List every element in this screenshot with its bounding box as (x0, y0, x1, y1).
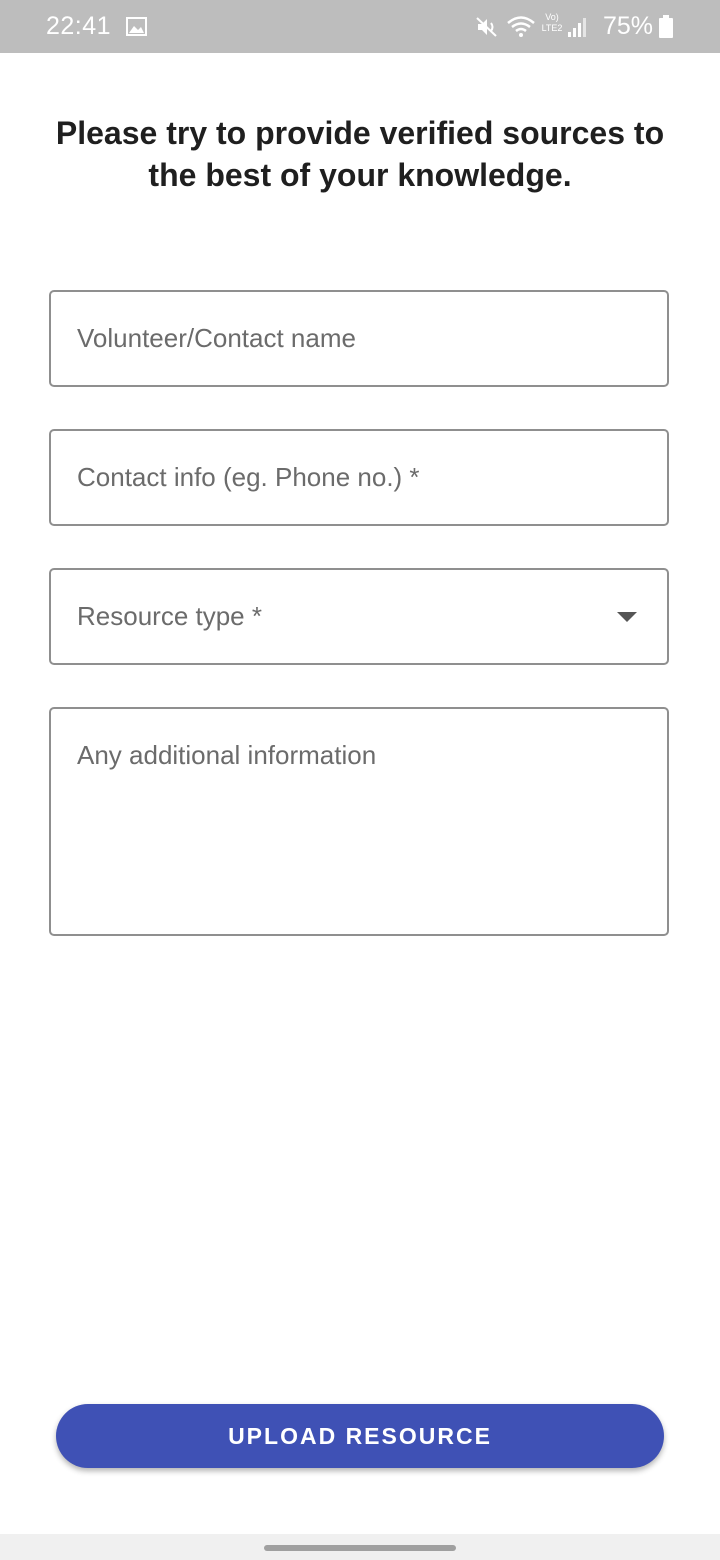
contact-info-input[interactable] (51, 431, 667, 524)
dropdown-arrow-icon[interactable] (617, 612, 637, 622)
battery-icon (659, 15, 673, 38)
lte-indicator: Vo) LTE2 (541, 12, 563, 33)
upload-resource-screen: 22:41 Vo) LTE2 75% Please try to provide… (0, 0, 720, 1560)
upload-resource-button[interactable]: UPLOAD RESOURCE (56, 1404, 664, 1468)
mute-icon (476, 17, 497, 37)
status-time: 22:41 (46, 12, 112, 40)
additional-info-field[interactable] (49, 707, 669, 936)
battery-percent: 75% (603, 12, 654, 40)
contact-info-field[interactable] (49, 429, 669, 526)
page-heading: Please try to provide verified sources t… (55, 115, 665, 193)
wifi-icon (507, 16, 535, 37)
resource-type-dropdown[interactable]: Resource type * (49, 568, 669, 665)
additional-info-textarea[interactable] (51, 709, 667, 934)
navigation-bar (0, 1534, 720, 1560)
home-gesture-handle[interactable] (264, 1545, 456, 1551)
contact-name-input[interactable] (51, 292, 667, 385)
gallery-icon (126, 17, 147, 36)
contact-name-field[interactable] (49, 290, 669, 387)
resource-type-label: Resource type * (77, 601, 262, 631)
signal-icon (568, 18, 586, 37)
status-bar: 22:41 Vo) LTE2 75% (0, 0, 720, 53)
